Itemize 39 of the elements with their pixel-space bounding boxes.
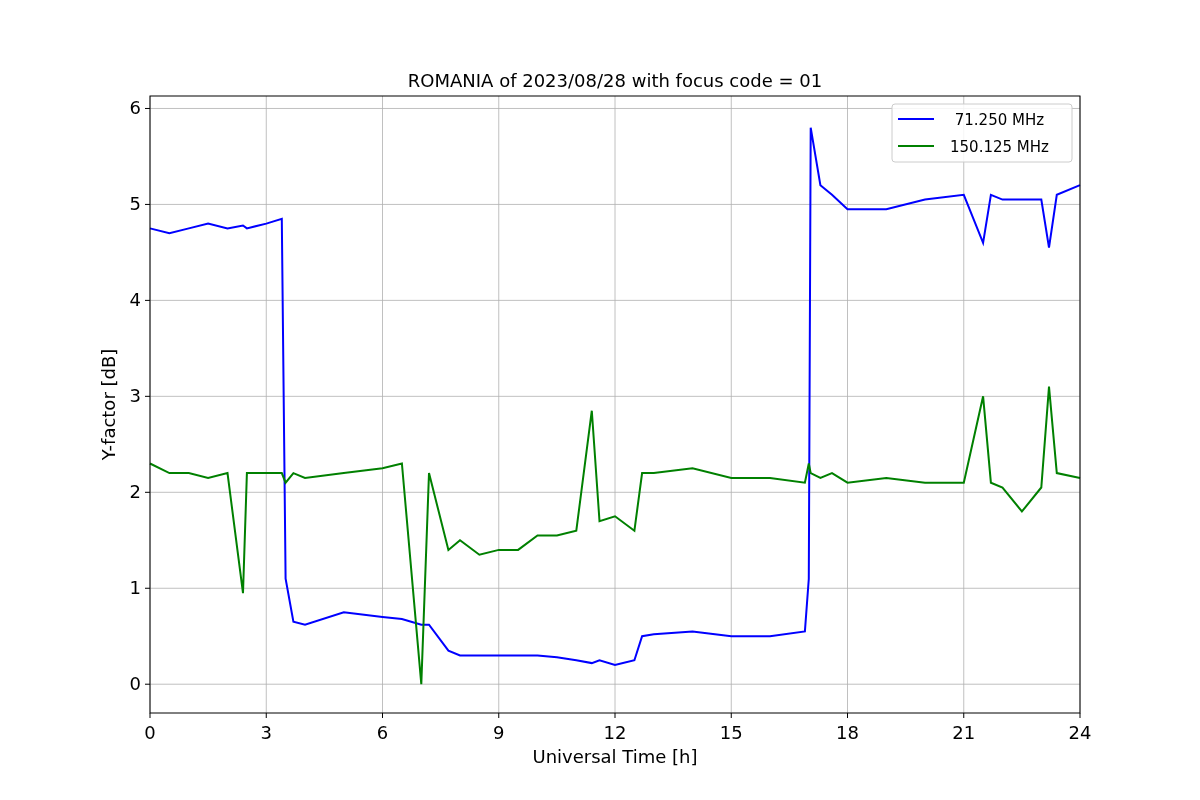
tick-label: 2 bbox=[129, 481, 141, 503]
tick-label: 0 bbox=[144, 722, 156, 743]
tick-label: 6 bbox=[376, 722, 389, 743]
tick-mark bbox=[144, 107, 151, 109]
tick-mark bbox=[614, 712, 616, 719]
tick-label: 24 bbox=[1068, 722, 1092, 743]
tick-label: 3 bbox=[260, 722, 272, 743]
chart-title: ROMANIA of 2023/08/28 with focus code = 01 bbox=[407, 70, 823, 91]
tick-mark bbox=[144, 299, 151, 301]
tick-label: 12 bbox=[603, 722, 627, 743]
y-axis-label: Y-factor [dB] bbox=[98, 348, 119, 461]
legend-label: 150.125 MHz bbox=[950, 138, 1049, 156]
legend-label: 71.250 MHz bbox=[954, 111, 1045, 129]
tick-mark bbox=[847, 712, 848, 719]
tick-label: 1 bbox=[129, 577, 141, 599]
tick-label: 5 bbox=[129, 193, 141, 215]
tick-label: 0 bbox=[129, 673, 141, 695]
tick-mark bbox=[382, 712, 383, 719]
tick-mark bbox=[265, 712, 267, 719]
x-axis-label: Universal Time [h] bbox=[532, 746, 698, 767]
tick-mark bbox=[144, 491, 151, 493]
tick-mark bbox=[149, 712, 151, 719]
tick-mark bbox=[1079, 712, 1081, 719]
tick-mark bbox=[144, 203, 151, 205]
legend-line bbox=[897, 145, 935, 147]
tick-mark bbox=[144, 395, 151, 397]
tick-label: 18 bbox=[836, 722, 859, 743]
legend-line bbox=[897, 118, 935, 120]
tick-mark bbox=[498, 712, 500, 719]
tick-mark bbox=[144, 587, 151, 589]
tick-label: 9 bbox=[493, 722, 505, 743]
tick-label: 4 bbox=[129, 289, 141, 311]
tick-mark bbox=[963, 712, 965, 719]
tick-mark bbox=[144, 683, 151, 685]
tick-label: 3 bbox=[129, 385, 141, 407]
tick-label: 21 bbox=[952, 722, 976, 743]
tick-mark bbox=[730, 712, 732, 719]
tick-label: 6 bbox=[129, 97, 141, 119]
tick-label: 15 bbox=[719, 722, 743, 743]
